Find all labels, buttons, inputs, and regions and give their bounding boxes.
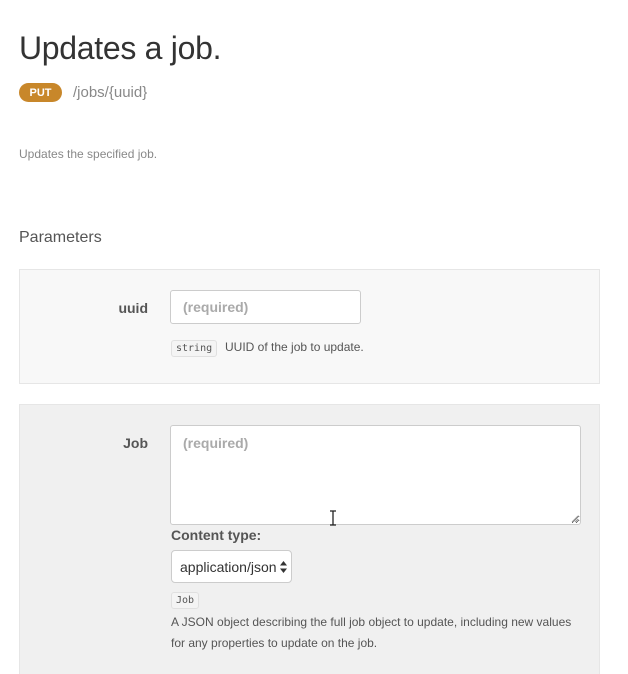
http-method-badge: PUT — [19, 83, 62, 102]
param-label-uuid: uuid — [118, 300, 148, 316]
param-label-job: Job — [123, 435, 148, 451]
param-type-job: Job — [171, 592, 200, 609]
page-title: Updates a job. — [19, 30, 222, 66]
endpoint-description: Updates the specified job. — [19, 147, 158, 161]
endpoint-path: /jobs/{uuid} — [73, 84, 148, 101]
content-type-label: Content type: — [171, 527, 262, 543]
param-type-uuid: string — [171, 340, 218, 357]
resize-grip-icon[interactable] — [571, 515, 579, 523]
parameters-heading: Parameters — [19, 229, 102, 246]
param-description-uuid: UUID of the job to update. — [225, 340, 364, 354]
content-type-selected-value: application/json — [180, 558, 277, 575]
content-type-select[interactable]: application/json — [171, 550, 292, 583]
param-row-job: Job Content type: application/json Job A… — [19, 404, 600, 674]
api-endpoint-page: Updates a job. PUT /jobs/{uuid} Updates … — [0, 0, 628, 674]
param-row-uuid: uuid string UUID of the job to update. — [19, 269, 600, 384]
param-description-job: A JSON object describing the full job ob… — [171, 615, 572, 650]
job-body-textarea[interactable] — [170, 425, 581, 525]
uuid-input[interactable] — [170, 290, 361, 324]
updown-arrows-icon — [280, 561, 287, 573]
